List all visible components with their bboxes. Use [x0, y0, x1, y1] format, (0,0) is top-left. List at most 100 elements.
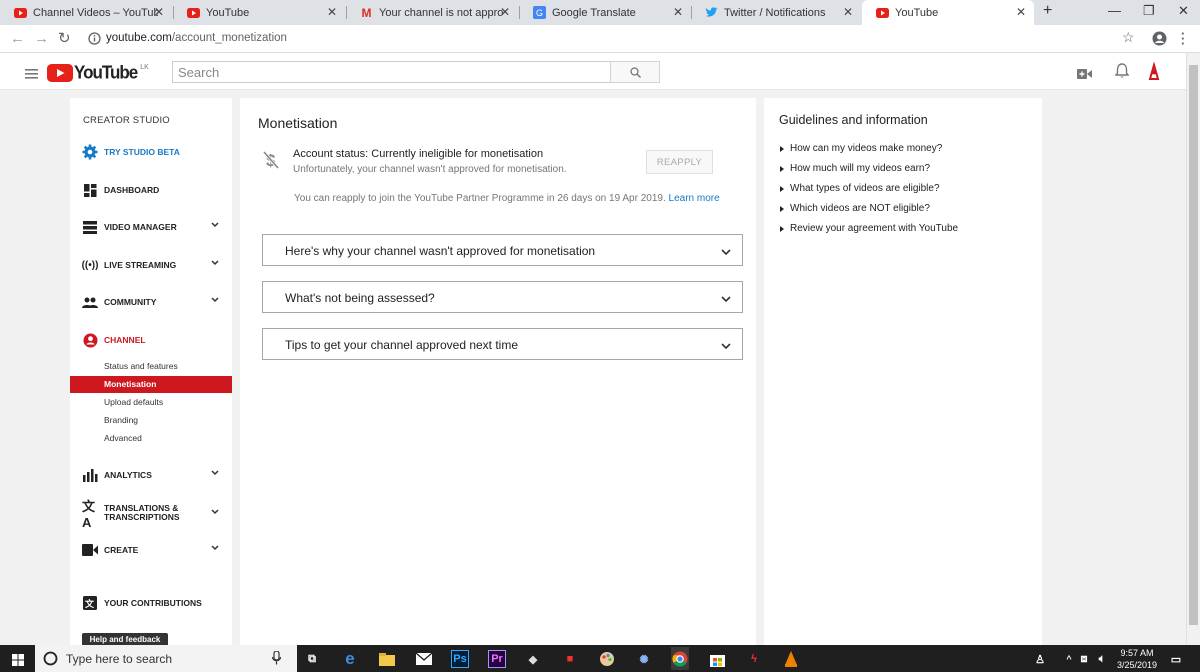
microphone-icon[interactable] [271, 650, 282, 668]
bookmark-star-icon[interactable]: ☆ [1122, 29, 1135, 46]
sidebar-subitem-monetisation[interactable]: Monetisation [70, 376, 232, 393]
tab-title: Channel Videos – YouTube Stu [33, 6, 158, 19]
hamburger-menu-icon[interactable] [25, 66, 38, 84]
chevron-down-icon[interactable] [210, 258, 220, 270]
taskbar-search-box[interactable]: Type here to search [35, 645, 297, 672]
sidebar-item-your-contributions[interactable]: 文 YOUR CONTRIBUTIONS [70, 592, 232, 614]
youtube-icon [876, 6, 889, 19]
sidebar-item-create[interactable]: CREATE [70, 539, 232, 561]
forward-icon[interactable]: → [34, 30, 49, 47]
photoshop-icon[interactable]: Ps [451, 650, 469, 668]
action-center-icon[interactable]: ▭ [1167, 650, 1185, 668]
reapply-note-text: You can reapply to join the YouTube Part… [294, 193, 666, 204]
url-path: /account_monetization [171, 32, 287, 44]
notifications-bell-icon[interactable] [1114, 63, 1130, 84]
sidebar-item-label: TRY STUDIO BETA [104, 147, 180, 157]
minimize-icon[interactable]: — [1108, 3, 1121, 18]
guide-link-review-agreement[interactable]: Review your agreement with YouTube [780, 223, 958, 234]
media-app-icon[interactable]: ◆ [524, 650, 542, 668]
accordion-why-not-approved[interactable]: Here's why your channel wasn't approved … [262, 234, 743, 266]
page-scrollbar[interactable] [1186, 53, 1200, 645]
sidebar-item-video-manager[interactable]: VIDEO MANAGER [70, 216, 232, 238]
close-tab-icon[interactable]: ✕ [154, 5, 164, 19]
new-tab-button[interactable]: + [1043, 2, 1052, 20]
edge-browser-icon[interactable]: e [341, 649, 359, 668]
account-avatar[interactable] [1144, 61, 1164, 86]
close-tab-icon[interactable]: ✕ [673, 5, 683, 19]
close-tab-icon[interactable]: ✕ [327, 5, 337, 19]
red-app-icon[interactable]: ■ [561, 650, 579, 668]
close-tab-icon[interactable]: ✕ [500, 5, 510, 19]
chevron-down-icon[interactable] [210, 220, 220, 232]
sidebar-subitem-status-and-features[interactable]: Status and features [70, 358, 232, 375]
sidebar-item-analytics[interactable]: ANALYTICS [70, 464, 232, 486]
info-icon[interactable] [88, 32, 101, 50]
chevron-down-icon[interactable] [210, 295, 220, 307]
filezilla-icon[interactable]: ϟ [745, 650, 763, 668]
close-tab-icon[interactable]: ✕ [1016, 5, 1026, 19]
search-input[interactable]: Search [172, 61, 611, 83]
sidebar-subitem-advanced[interactable]: Advanced [70, 430, 232, 447]
vlc-icon[interactable] [782, 650, 800, 668]
browser-tab[interactable]: YouTube ✕ [173, 0, 345, 25]
chevron-down-icon[interactable] [210, 507, 220, 519]
sidebar-item-try-studio-beta[interactable]: TRY STUDIO BETA [70, 141, 232, 163]
back-icon[interactable]: ← [10, 30, 25, 47]
close-window-icon[interactable]: ✕ [1178, 3, 1189, 19]
browser-tab[interactable]: Channel Videos – YouTube Stu ✕ [0, 0, 172, 25]
network-app-icon[interactable]: ✺ [635, 650, 653, 668]
windows-start-icon[interactable] [12, 653, 24, 671]
system-clock[interactable]: 9:57 AM 3/25/2019 [1112, 647, 1162, 671]
guide-link-make-money[interactable]: How can my videos make money? [780, 143, 942, 154]
chevron-down-icon[interactable] [210, 468, 220, 480]
address-bar[interactable]: youtube.com/account_monetization [106, 32, 287, 44]
guide-link-eligible-types[interactable]: What types of videos are eligible? [780, 183, 940, 194]
guide-link-how-much-earn[interactable]: How much will my videos earn? [780, 163, 930, 174]
guide-link-not-eligible[interactable]: Which videos are NOT eligible? [780, 203, 930, 214]
network-status-icon[interactable]: ⧈ [1075, 650, 1093, 668]
profile-icon[interactable] [1152, 31, 1167, 51]
channel-account-icon [82, 332, 98, 348]
mail-icon[interactable] [415, 650, 433, 668]
browser-tab[interactable]: G Google Translate ✕ [519, 0, 691, 25]
chrome-browser-icon[interactable] [671, 647, 689, 670]
search-button[interactable] [610, 61, 660, 83]
paint-app-icon[interactable] [598, 650, 616, 668]
sidebar-item-dashboard[interactable]: DASHBOARD [70, 179, 232, 201]
premiere-icon[interactable]: Pr [488, 650, 506, 668]
upload-video-icon[interactable] [1077, 66, 1092, 84]
youtube-logo[interactable]: YouTube LK [47, 62, 149, 83]
volume-icon[interactable]: 🔈︎ [1093, 650, 1111, 668]
close-tab-icon[interactable]: ✕ [843, 5, 853, 19]
guide-link-label: What types of videos are eligible? [790, 183, 940, 194]
sidebar-item-translations[interactable]: 文A TRANSLATIONS & TRANSCRIPTIONS [70, 499, 232, 530]
restore-icon[interactable]: ❐ [1143, 3, 1155, 19]
learn-more-link[interactable]: Learn more [669, 193, 720, 204]
browser-tab[interactable]: M Your channel is not approved f ✕ [346, 0, 518, 25]
accordion-tips-next-time[interactable]: Tips to get your channel approved next t… [262, 328, 743, 360]
sidebar-item-channel[interactable]: CHANNEL [70, 329, 232, 351]
store-icon[interactable] [708, 650, 726, 668]
reload-icon[interactable]: ↻ [58, 29, 71, 47]
chevron-down-icon [720, 339, 732, 357]
people-icon[interactable]: ♙ [1031, 650, 1049, 668]
browser-tab-active[interactable]: YouTube ✕ [862, 0, 1034, 25]
chevron-down-icon[interactable] [210, 543, 220, 555]
scrollbar-thumb[interactable] [1189, 65, 1198, 625]
triangle-right-icon [780, 145, 784, 152]
browser-tab[interactable]: Twitter / Notifications ✕ [691, 0, 861, 25]
sidebar-item-live-streaming[interactable]: ((•)) LIVE STREAMING [70, 254, 232, 276]
accordion-not-being-assessed[interactable]: What's not being assessed? [262, 281, 743, 313]
browser-menu-icon[interactable]: · · · [1181, 27, 1185, 50]
sidebar-item-label: LIVE STREAMING [104, 260, 177, 270]
sidebar-subitem-branding[interactable]: Branding [70, 412, 232, 429]
sidebar-subitem-upload-defaults[interactable]: Upload defaults [70, 394, 232, 411]
sidebar-item-community[interactable]: COMMUNITY [70, 291, 232, 313]
reapply-button[interactable]: REAPPLY [646, 150, 713, 174]
tab-title: YouTube [895, 6, 939, 19]
google-translate-icon: G [533, 6, 546, 19]
task-view-icon[interactable]: ⧉ [303, 650, 321, 668]
youtube-icon [14, 6, 27, 19]
file-explorer-icon[interactable] [378, 650, 396, 668]
tab-title: Twitter / Notifications [724, 6, 826, 19]
